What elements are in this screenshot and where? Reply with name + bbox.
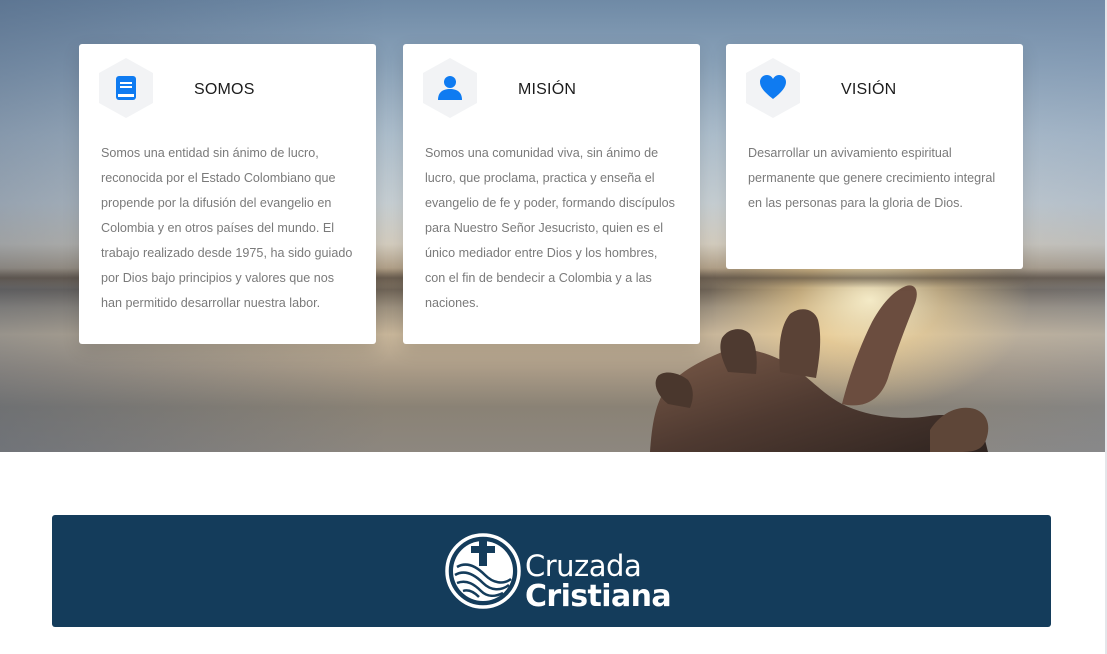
card-vision: VISIÓN Desarrollar un avivamiento espiri…	[726, 44, 1023, 269]
card-mision: MISIÓN Somos una comunidad viva, sin áni…	[403, 44, 700, 344]
hexagon-badge	[99, 58, 153, 118]
card-text: Somos una entidad sin ánimo de lucro, re…	[101, 146, 353, 310]
cross-wave-emblem-icon	[445, 533, 521, 609]
logo-wordmark-line2: Cristiana	[525, 579, 672, 614]
user-icon	[438, 76, 462, 100]
card-text: Desarrollar un avivamiento espiritual pe…	[748, 146, 996, 210]
heart-icon	[760, 75, 786, 99]
book-icon	[116, 76, 136, 100]
hexagon-badge	[423, 58, 477, 118]
card-title: MISIÓN	[518, 81, 577, 98]
card-text: Somos una comunidad viva, sin ánimo de l…	[425, 146, 675, 310]
hexagon-badge	[746, 58, 800, 118]
card-title: VISIÓN	[841, 81, 897, 98]
footer-banner: Cruzada Cristiana	[52, 515, 1051, 627]
card-title: SOMOS	[194, 81, 255, 98]
cruzada-cristiana-logo[interactable]: Cruzada Cristiana	[445, 531, 672, 612]
page: SOMOS Somos una entidad sin ánimo de luc…	[0, 0, 1107, 654]
card-somos: SOMOS Somos una entidad sin ánimo de luc…	[79, 44, 376, 344]
logo-wordmark-line1: Cruzada	[525, 549, 642, 583]
